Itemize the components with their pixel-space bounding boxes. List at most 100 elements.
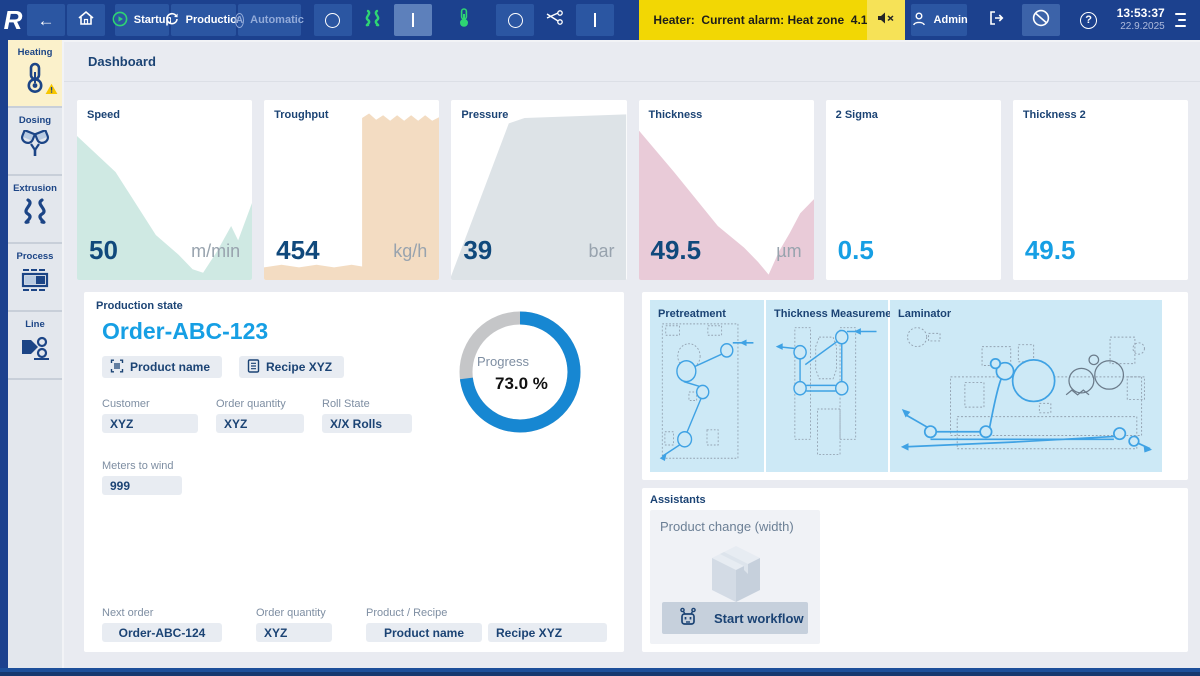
section-title: Laminator — [898, 308, 1154, 320]
logo-glyph: R — [4, 5, 23, 36]
on-bar-icon — [594, 13, 596, 27]
kpi-card-2sigma[interactable]: 2 Sigma 0.5 — [826, 100, 1001, 280]
progress-donut: Progress 73.0 % — [455, 307, 585, 437]
sidebar-item-label: Heating — [18, 47, 53, 58]
chip-label: Recipe XYZ — [266, 360, 332, 374]
kpi-value: 49.5 — [1025, 235, 1076, 266]
menu-button[interactable] — [1175, 13, 1186, 27]
kpi-row: Speed 50 m/min Troughput 454 kg/h Pressu… — [77, 100, 1188, 280]
thermometer-icon — [457, 8, 471, 33]
app-logo[interactable]: R — [0, 0, 26, 40]
tile-label: Product change (width) — [660, 519, 794, 534]
extruder-off-toggle[interactable] — [314, 4, 352, 36]
sidebar-item-dosing[interactable]: Dosing — [8, 108, 62, 176]
page-title: Dashboard — [88, 54, 156, 69]
field-label: Order quantity — [216, 398, 304, 410]
kpi-title: 2 Sigma — [836, 109, 878, 121]
block-mode-button[interactable] — [1022, 4, 1060, 36]
kpi-value: 454 — [276, 235, 319, 266]
process-die-icon — [20, 266, 50, 299]
recipe-document-icon — [247, 359, 260, 376]
kpi-card-speed[interactable]: Speed 50 m/min — [77, 100, 252, 280]
sidebar-item-line[interactable]: Line — [8, 312, 62, 380]
next-order-value: Order-ABC-124 — [102, 623, 222, 642]
assistants-panel: Assistants Product change (width) — [642, 488, 1188, 652]
main-content: Dashboard Speed 50 m/min Troughput 454 k… — [62, 40, 1200, 668]
back-arrow-icon: ← — [37, 12, 54, 29]
on-bar-icon — [412, 13, 414, 27]
time-text: 13:53:37 — [1117, 6, 1165, 21]
meters-to-wind-value: 999 — [102, 476, 182, 495]
mute-speaker-icon — [876, 10, 896, 31]
cutter-icon — [545, 10, 565, 31]
line-rollers-icon — [20, 334, 50, 367]
kpi-card-thickness[interactable]: Thickness 49.5 µm — [639, 100, 814, 280]
product-name-chip: Product name — [102, 356, 222, 378]
field-label: Customer — [102, 398, 198, 410]
production-button[interactable]: Production — [171, 4, 236, 36]
kpi-card-thickness2[interactable]: Thickness 2 49.5 — [1013, 100, 1188, 280]
thickness-measurement-diagram — [774, 322, 880, 462]
kpi-unit: bar — [588, 241, 614, 262]
help-button[interactable]: ? — [1070, 4, 1108, 36]
start-workflow-label: Start workflow — [714, 611, 804, 626]
page-header: Dashboard — [64, 42, 1200, 82]
roll-state-value: X/X Rolls — [322, 414, 412, 433]
order-chips: Product name Recipe XYZ — [102, 356, 344, 378]
home-button[interactable] — [67, 4, 105, 36]
logout-button[interactable] — [977, 4, 1015, 36]
start-workflow-button[interactable]: Start workflow — [662, 602, 808, 634]
prohibition-icon — [1031, 8, 1051, 33]
machine-schematic-panel: Pretreatment — [642, 292, 1188, 480]
automatic-button[interactable]: A Automatic — [238, 4, 300, 36]
section-title: Pretreatment — [658, 308, 756, 320]
pretreatment-diagram — [658, 322, 756, 462]
sidebar-item-label: Extrusion — [13, 183, 57, 194]
bottom-bar — [0, 668, 1200, 676]
kpi-card-troughput[interactable]: Troughput 454 kg/h — [264, 100, 439, 280]
section-title: Thickness Measurement — [774, 308, 880, 320]
kpi-title: Troughput — [274, 109, 328, 121]
winder-on-toggle[interactable] — [576, 4, 614, 36]
winder-cutter-status — [536, 4, 574, 36]
sidebar-accent-strip — [0, 40, 8, 676]
field-label: Meters to wind — [102, 460, 182, 472]
home-icon — [77, 9, 95, 32]
progress-value: 73.0 % — [495, 372, 548, 397]
top-bar: R ← Startup Production A Automatic — [0, 0, 1200, 40]
automatic-label: Automatic — [250, 14, 304, 26]
kpi-title: Thickness — [649, 109, 703, 121]
winder-off-toggle[interactable] — [496, 4, 534, 36]
pretreatment-section[interactable]: Pretreatment — [650, 300, 764, 472]
next-recipe-value: Recipe XYZ — [488, 623, 607, 642]
next-product-value: Product name — [366, 623, 482, 642]
meters-to-wind-group: Meters to wind 999 — [102, 460, 182, 495]
kpi-card-pressure[interactable]: Pressure 39 bar — [451, 100, 626, 280]
startup-button[interactable]: Startup — [115, 4, 169, 36]
laminator-diagram — [898, 322, 1154, 462]
sync-icon — [164, 11, 180, 30]
sidebar-item-extrusion[interactable]: Extrusion — [8, 176, 62, 244]
off-circle-icon — [508, 13, 523, 28]
back-button[interactable]: ← — [27, 4, 65, 36]
order-quantity-value: XYZ — [216, 414, 304, 433]
laminator-section[interactable]: Laminator — [890, 300, 1162, 472]
alarm-mute-button[interactable] — [867, 0, 905, 40]
thickness-measurement-section[interactable]: Thickness Measurement — [766, 300, 888, 472]
kpi-unit: µm — [776, 241, 801, 262]
kpi-value: 50 — [89, 235, 118, 266]
sidebar-item-process[interactable]: Process — [8, 244, 62, 312]
extruder-on-toggle[interactable] — [394, 4, 432, 36]
logout-icon — [987, 9, 1005, 32]
sidebar-item-heating[interactable]: Heating — [8, 40, 62, 108]
field-label: Product / Recipe — [366, 607, 607, 619]
field-label: Next order — [102, 607, 222, 619]
user-icon — [911, 11, 927, 30]
order-fields: Customer XYZ Order quantity XYZ Roll Sta… — [102, 398, 412, 433]
user-button[interactable]: Admin — [911, 4, 967, 36]
scan-icon — [110, 359, 124, 376]
product-change-tile[interactable]: Product change (width) — [650, 510, 820, 644]
off-circle-icon — [325, 13, 340, 28]
alarm-banner[interactable]: Heater: Current alarm: Heat zone 4.1 — [639, 0, 905, 40]
order-title: Order-ABC-123 — [102, 318, 268, 345]
